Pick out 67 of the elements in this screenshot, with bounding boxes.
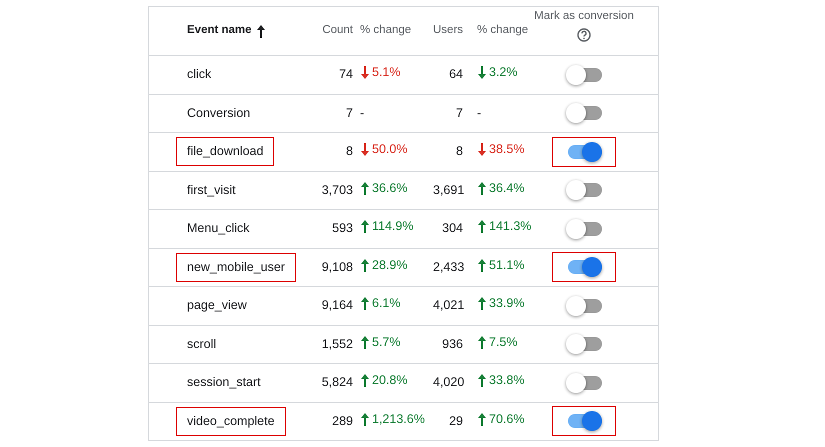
percent-change: 141.3% [489, 218, 532, 236]
percent-change: 5.7% [372, 334, 400, 351]
event-name: first_visit [186, 182, 237, 199]
users-value: 64 [449, 67, 463, 82]
event-name: click [186, 66, 212, 84]
users-value: 7 [456, 106, 463, 120]
column-header: % change [477, 24, 528, 36]
count-value: 8 [346, 144, 353, 158]
event-name: session_start [186, 374, 262, 392]
toggle-switch[interactable] [566, 296, 602, 316]
users-value: 29 [449, 414, 463, 428]
toggle-switch[interactable] [566, 257, 602, 278]
column-header[interactable]: Event name [187, 22, 266, 40]
percent-change: 1,213.6% [372, 410, 425, 428]
toggle-switch[interactable] [566, 411, 602, 432]
count-value: 7 [346, 106, 353, 120]
users-value: 936 [442, 336, 463, 351]
percent-change: 6.1% [372, 295, 400, 312]
count-value: 9,108 [322, 260, 353, 274]
percent-change: 33.8% [489, 372, 524, 390]
percent-change: 20.8% [372, 372, 408, 390]
toggle-switch[interactable] [566, 372, 602, 393]
percent-change: 28.9% [372, 256, 408, 274]
event-name: Menu_click [186, 220, 251, 238]
event-name: Conversion [186, 104, 252, 122]
column-header: Users [433, 24, 464, 36]
percent-change: 51.1% [489, 256, 524, 274]
event-name: scroll [186, 336, 218, 353]
users-value: 2,433 [433, 260, 464, 274]
count-value: 289 [332, 414, 353, 428]
percent-change: - [477, 104, 482, 122]
percent-change: 36.6% [372, 180, 408, 197]
help-icon[interactable] [577, 28, 591, 42]
percent-change: 7.5% [489, 334, 518, 351]
toggle-switch[interactable] [566, 142, 602, 162]
count-value: 74 [339, 67, 353, 82]
count-value: 593 [332, 221, 353, 236]
toggle-switch[interactable] [566, 180, 602, 200]
event-name: page_view [186, 297, 248, 314]
percent-change: 70.6% [489, 410, 524, 428]
percent-change: - [360, 104, 364, 122]
event-name: file_download [176, 137, 274, 166]
users-value: 304 [442, 221, 463, 236]
toggle-switch[interactable] [566, 103, 602, 124]
count-value: 5,824 [322, 375, 353, 390]
percent-change: 5.1% [372, 64, 400, 82]
percent-change: 50.0% [372, 141, 408, 158]
percent-change: 3.2% [489, 64, 518, 82]
event-name: new_mobile_user [176, 252, 296, 282]
percent-change: 36.4% [489, 180, 524, 197]
percent-change: 38.5% [489, 141, 524, 158]
column-header: % change [360, 24, 412, 36]
users-value: 4,020 [433, 375, 464, 390]
count-value: 9,164 [322, 298, 353, 312]
toggle-switch[interactable] [566, 218, 602, 239]
percent-change: 114.9% [372, 218, 414, 236]
column-header: Mark as conversion [534, 8, 634, 24]
users-value: 8 [456, 144, 463, 158]
count-value: 3,703 [322, 182, 353, 197]
column-header: Count [322, 24, 353, 36]
toggle-switch[interactable] [566, 334, 602, 354]
toggle-switch[interactable] [566, 64, 602, 85]
users-value: 3,691 [433, 182, 464, 197]
event-name: video_complete [176, 406, 286, 436]
count-value: 1,552 [322, 336, 353, 351]
users-value: 4,021 [433, 298, 464, 312]
percent-change: 33.9% [489, 295, 524, 312]
